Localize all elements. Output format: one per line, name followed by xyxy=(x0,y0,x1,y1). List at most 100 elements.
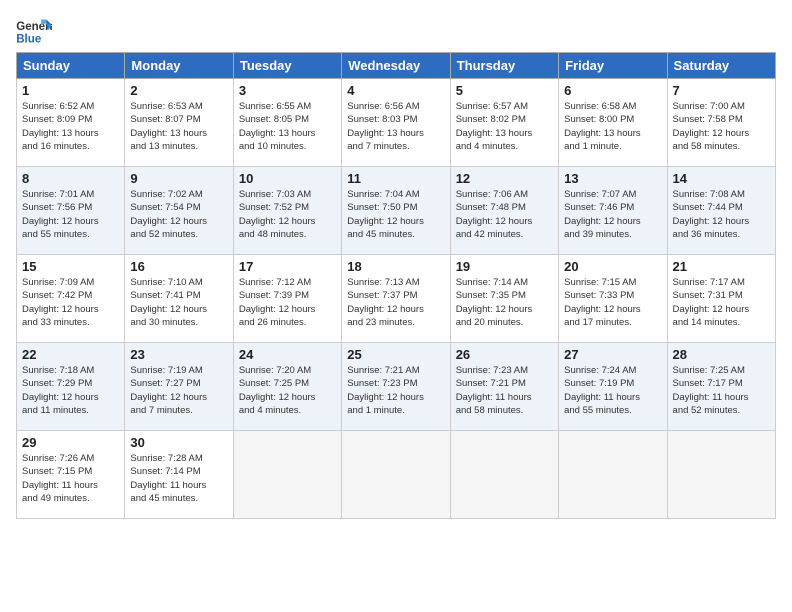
day-number: 21 xyxy=(673,259,770,274)
calendar-cell: 26 Sunrise: 7:23 AM Sunset: 7:21 PM Dayli… xyxy=(450,343,558,431)
day-info: Sunrise: 6:57 AM Sunset: 8:02 PM Dayligh… xyxy=(456,100,553,153)
week-row-1: 1 Sunrise: 6:52 AM Sunset: 8:09 PM Daylig… xyxy=(17,79,776,167)
calendar-cell xyxy=(342,431,450,519)
header: General Blue xyxy=(16,16,776,48)
day-number: 20 xyxy=(564,259,661,274)
day-info: Sunrise: 7:10 AM Sunset: 7:41 PM Dayligh… xyxy=(130,276,227,329)
day-info: Sunrise: 7:20 AM Sunset: 7:25 PM Dayligh… xyxy=(239,364,336,417)
weekday-monday: Monday xyxy=(125,53,233,79)
day-number: 18 xyxy=(347,259,444,274)
calendar-cell: 10 Sunrise: 7:03 AM Sunset: 7:52 PM Dayli… xyxy=(233,167,341,255)
day-number: 27 xyxy=(564,347,661,362)
day-info: Sunrise: 7:23 AM Sunset: 7:21 PM Dayligh… xyxy=(456,364,553,417)
calendar-cell xyxy=(667,431,775,519)
calendar-cell: 15 Sunrise: 7:09 AM Sunset: 7:42 PM Dayli… xyxy=(17,255,125,343)
day-number: 2 xyxy=(130,83,227,98)
calendar-cell: 21 Sunrise: 7:17 AM Sunset: 7:31 PM Dayli… xyxy=(667,255,775,343)
day-number: 17 xyxy=(239,259,336,274)
day-number: 11 xyxy=(347,171,444,186)
calendar-cell: 3 Sunrise: 6:55 AM Sunset: 8:05 PM Daylig… xyxy=(233,79,341,167)
day-info: Sunrise: 7:24 AM Sunset: 7:19 PM Dayligh… xyxy=(564,364,661,417)
day-number: 10 xyxy=(239,171,336,186)
weekday-wednesday: Wednesday xyxy=(342,53,450,79)
weekday-tuesday: Tuesday xyxy=(233,53,341,79)
day-number: 26 xyxy=(456,347,553,362)
day-info: Sunrise: 6:56 AM Sunset: 8:03 PM Dayligh… xyxy=(347,100,444,153)
day-number: 5 xyxy=(456,83,553,98)
day-info: Sunrise: 7:19 AM Sunset: 7:27 PM Dayligh… xyxy=(130,364,227,417)
day-number: 14 xyxy=(673,171,770,186)
calendar-cell: 9 Sunrise: 7:02 AM Sunset: 7:54 PM Daylig… xyxy=(125,167,233,255)
day-info: Sunrise: 7:15 AM Sunset: 7:33 PM Dayligh… xyxy=(564,276,661,329)
day-info: Sunrise: 7:04 AM Sunset: 7:50 PM Dayligh… xyxy=(347,188,444,241)
day-info: Sunrise: 7:18 AM Sunset: 7:29 PM Dayligh… xyxy=(22,364,119,417)
calendar-cell: 5 Sunrise: 6:57 AM Sunset: 8:02 PM Daylig… xyxy=(450,79,558,167)
weekday-friday: Friday xyxy=(559,53,667,79)
day-number: 15 xyxy=(22,259,119,274)
calendar-cell: 19 Sunrise: 7:14 AM Sunset: 7:35 PM Dayli… xyxy=(450,255,558,343)
day-info: Sunrise: 7:02 AM Sunset: 7:54 PM Dayligh… xyxy=(130,188,227,241)
calendar-cell xyxy=(450,431,558,519)
day-info: Sunrise: 7:17 AM Sunset: 7:31 PM Dayligh… xyxy=(673,276,770,329)
day-number: 9 xyxy=(130,171,227,186)
calendar-container: General Blue SundayMondayTuesdayWednesda… xyxy=(0,0,792,527)
day-number: 23 xyxy=(130,347,227,362)
calendar-cell: 1 Sunrise: 6:52 AM Sunset: 8:09 PM Daylig… xyxy=(17,79,125,167)
day-info: Sunrise: 7:12 AM Sunset: 7:39 PM Dayligh… xyxy=(239,276,336,329)
week-row-4: 22 Sunrise: 7:18 AM Sunset: 7:29 PM Dayli… xyxy=(17,343,776,431)
day-info: Sunrise: 7:26 AM Sunset: 7:15 PM Dayligh… xyxy=(22,452,119,505)
day-number: 8 xyxy=(22,171,119,186)
day-info: Sunrise: 7:01 AM Sunset: 7:56 PM Dayligh… xyxy=(22,188,119,241)
day-number: 13 xyxy=(564,171,661,186)
day-number: 3 xyxy=(239,83,336,98)
day-info: Sunrise: 7:21 AM Sunset: 7:23 PM Dayligh… xyxy=(347,364,444,417)
calendar-cell: 16 Sunrise: 7:10 AM Sunset: 7:41 PM Dayli… xyxy=(125,255,233,343)
day-info: Sunrise: 7:25 AM Sunset: 7:17 PM Dayligh… xyxy=(673,364,770,417)
calendar-cell: 25Sunrise: 7:21 AM Sunset: 7:23 PM Dayli… xyxy=(342,343,450,431)
calendar-cell: 13 Sunrise: 7:07 AM Sunset: 7:46 PM Dayli… xyxy=(559,167,667,255)
calendar-cell: 30Sunrise: 7:28 AM Sunset: 7:14 PM Dayli… xyxy=(125,431,233,519)
day-info: Sunrise: 7:06 AM Sunset: 7:48 PM Dayligh… xyxy=(456,188,553,241)
calendar-table: SundayMondayTuesdayWednesdayThursdayFrid… xyxy=(16,52,776,519)
weekday-thursday: Thursday xyxy=(450,53,558,79)
day-number: 6 xyxy=(564,83,661,98)
calendar-cell: 18 Sunrise: 7:13 AM Sunset: 7:37 PM Dayli… xyxy=(342,255,450,343)
day-number: 30 xyxy=(130,435,227,450)
day-info: Sunrise: 7:03 AM Sunset: 7:52 PM Dayligh… xyxy=(239,188,336,241)
calendar-cell: 20 Sunrise: 7:15 AM Sunset: 7:33 PM Dayli… xyxy=(559,255,667,343)
day-number: 28 xyxy=(673,347,770,362)
day-info: Sunrise: 7:07 AM Sunset: 7:46 PM Dayligh… xyxy=(564,188,661,241)
day-number: 22 xyxy=(22,347,119,362)
day-number: 16 xyxy=(130,259,227,274)
logo-icon: General Blue xyxy=(16,16,52,48)
calendar-cell: 28 Sunrise: 7:25 AM Sunset: 7:17 PM Dayli… xyxy=(667,343,775,431)
calendar-cell: 7 Sunrise: 7:00 AM Sunset: 7:58 PM Daylig… xyxy=(667,79,775,167)
calendar-cell: 17 Sunrise: 7:12 AM Sunset: 7:39 PM Dayli… xyxy=(233,255,341,343)
day-info: Sunrise: 7:14 AM Sunset: 7:35 PM Dayligh… xyxy=(456,276,553,329)
week-row-3: 15 Sunrise: 7:09 AM Sunset: 7:42 PM Dayli… xyxy=(17,255,776,343)
calendar-cell: 2 Sunrise: 6:53 AM Sunset: 8:07 PM Daylig… xyxy=(125,79,233,167)
calendar-cell: 4 Sunrise: 6:56 AM Sunset: 8:03 PM Daylig… xyxy=(342,79,450,167)
calendar-cell: 29Sunrise: 7:26 AM Sunset: 7:15 PM Dayli… xyxy=(17,431,125,519)
day-info: Sunrise: 6:58 AM Sunset: 8:00 PM Dayligh… xyxy=(564,100,661,153)
day-info: Sunrise: 7:09 AM Sunset: 7:42 PM Dayligh… xyxy=(22,276,119,329)
day-info: Sunrise: 6:52 AM Sunset: 8:09 PM Dayligh… xyxy=(22,100,119,153)
day-number: 19 xyxy=(456,259,553,274)
day-info: Sunrise: 6:55 AM Sunset: 8:05 PM Dayligh… xyxy=(239,100,336,153)
day-number: 12 xyxy=(456,171,553,186)
day-number: 1 xyxy=(22,83,119,98)
day-info: Sunrise: 7:08 AM Sunset: 7:44 PM Dayligh… xyxy=(673,188,770,241)
calendar-cell: 22 Sunrise: 7:18 AM Sunset: 7:29 PM Dayli… xyxy=(17,343,125,431)
calendar-cell: 23 Sunrise: 7:19 AM Sunset: 7:27 PM Dayli… xyxy=(125,343,233,431)
day-number: 4 xyxy=(347,83,444,98)
day-number: 7 xyxy=(673,83,770,98)
weekday-saturday: Saturday xyxy=(667,53,775,79)
day-info: Sunrise: 6:53 AM Sunset: 8:07 PM Dayligh… xyxy=(130,100,227,153)
calendar-cell: 11 Sunrise: 7:04 AM Sunset: 7:50 PM Dayli… xyxy=(342,167,450,255)
calendar-cell: 12 Sunrise: 7:06 AM Sunset: 7:48 PM Dayli… xyxy=(450,167,558,255)
day-info: Sunrise: 7:13 AM Sunset: 7:37 PM Dayligh… xyxy=(347,276,444,329)
day-info: Sunrise: 7:00 AM Sunset: 7:58 PM Dayligh… xyxy=(673,100,770,153)
calendar-cell: 6 Sunrise: 6:58 AM Sunset: 8:00 PM Daylig… xyxy=(559,79,667,167)
logo: General Blue xyxy=(16,16,52,48)
calendar-cell: 24Sunrise: 7:20 AM Sunset: 7:25 PM Dayli… xyxy=(233,343,341,431)
